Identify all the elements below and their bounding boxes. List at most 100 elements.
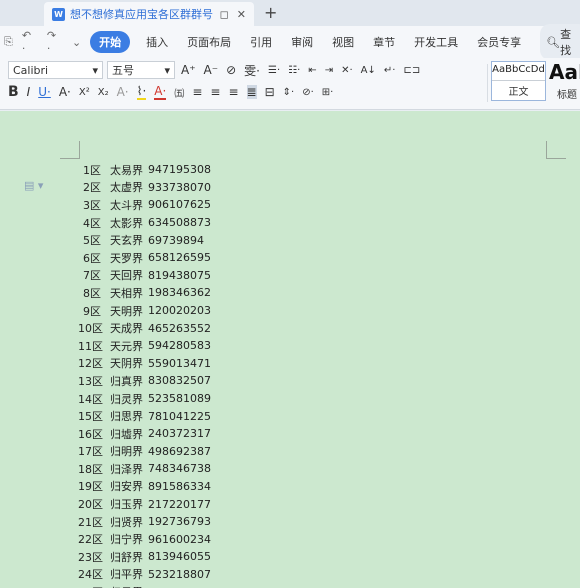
- sort-button[interactable]: A↓: [361, 65, 376, 76]
- italic-button[interactable]: I: [27, 85, 31, 99]
- bold-button[interactable]: B: [8, 84, 19, 100]
- undo-icon[interactable]: ↶ ·: [22, 29, 38, 55]
- highlight-button[interactable]: ⌇·: [136, 84, 147, 100]
- redo-icon[interactable]: ↷ ·: [47, 29, 63, 55]
- document-line[interactable]: 7区 天回界 819438075: [78, 267, 211, 285]
- numbering-button[interactable]: ☷·: [288, 65, 300, 76]
- menu-developer[interactable]: 开发工具: [414, 34, 458, 50]
- document-line[interactable]: 24区 归平界 523218807: [78, 566, 211, 584]
- font-color-button[interactable]: A·: [154, 84, 167, 100]
- world-name: 天元界: [110, 339, 143, 353]
- decrease-indent-button[interactable]: ⇤: [308, 65, 316, 76]
- search-button[interactable]: 🔍︎ 查找: [540, 24, 580, 60]
- subscript-button[interactable]: X₂: [98, 87, 109, 98]
- world-name: 归墟界: [110, 427, 143, 441]
- group-number: 933738070: [148, 180, 211, 194]
- group-number: 819438075: [148, 268, 211, 282]
- increase-indent-button[interactable]: ⇥: [325, 65, 333, 76]
- menu-chapter[interactable]: 章节: [373, 34, 395, 50]
- customize-icon[interactable]: ⌄: [72, 36, 81, 49]
- zone-number: 25区: [78, 584, 103, 588]
- document-line[interactable]: 5区 天玄界 69739894: [78, 231, 211, 249]
- align-center-button[interactable]: ≡: [210, 85, 220, 99]
- line-spacing-button[interactable]: ⇕·: [283, 87, 295, 98]
- menu-page-layout[interactable]: 页面布局: [187, 34, 231, 50]
- menu-review[interactable]: 审阅: [291, 34, 313, 50]
- document-canvas[interactable]: ▤ ▾ 1区 太易界 947195308 2区 太虚界 933738070 3区 太斗界 906…: [0, 111, 580, 588]
- zone-number: 22区: [78, 533, 103, 547]
- text-outline-button[interactable]: A·: [117, 85, 129, 99]
- document-line[interactable]: 11区 天元界 594280583: [78, 337, 211, 355]
- document-line[interactable]: 2区 太虚界 933738070: [78, 179, 211, 197]
- style-heading[interactable]: AaB 标题: [549, 61, 580, 101]
- menu-references[interactable]: 引用: [250, 34, 272, 50]
- document-line[interactable]: 12区 天阴界 559013471: [78, 355, 211, 373]
- char-border-button[interactable]: ㈤: [174, 85, 184, 100]
- distribute-button[interactable]: ⊟: [265, 85, 275, 99]
- shrink-font-button[interactable]: A⁻: [204, 63, 219, 77]
- document-tab[interactable]: W 想不想修真应用宝各区群群号 ◻ ✕: [44, 2, 254, 26]
- document-line[interactable]: 16区 归墟界 240372317: [78, 425, 211, 443]
- document-line[interactable]: 4区 太影界 634508873: [78, 214, 211, 232]
- justify-button[interactable]: ≣: [246, 85, 257, 99]
- document-line[interactable]: 8区 天相界 198346362: [78, 284, 211, 302]
- restore-icon[interactable]: ◻: [220, 8, 229, 21]
- document-line[interactable]: 3区 太斗界 906107625: [78, 196, 211, 214]
- paragraph-mark-button[interactable]: ↵·: [384, 65, 396, 76]
- save-icon[interactable]: ⎘: [4, 35, 13, 49]
- document-line[interactable]: 20区 归玉界 217220177: [78, 495, 211, 513]
- text-effect-button[interactable]: A·: [59, 85, 71, 99]
- group-number: 594280583: [148, 339, 211, 353]
- bullets-button[interactable]: ☰·: [268, 65, 280, 76]
- phonetic-button[interactable]: 雯·: [244, 62, 260, 79]
- group-number: 748346738: [148, 462, 211, 476]
- underline-button[interactable]: U·: [38, 85, 51, 99]
- document-line[interactable]: 19区 归安界 891586334: [78, 478, 211, 496]
- tab-title: 想不想修真应用宝各区群群号: [70, 8, 213, 21]
- menu-insert[interactable]: 插入: [146, 34, 168, 50]
- zone-number: 5区: [83, 234, 101, 248]
- close-icon[interactable]: ✕: [237, 8, 246, 21]
- document-line[interactable]: 17区 归明界 498692387: [78, 443, 211, 461]
- document-line[interactable]: 18区 归泽界 748346738: [78, 460, 211, 478]
- doc-icon: W: [52, 7, 65, 21]
- menu-view[interactable]: 视图: [332, 34, 354, 50]
- grow-font-button[interactable]: A⁺: [181, 63, 196, 77]
- chinese-layout-button[interactable]: ✕·: [341, 65, 353, 76]
- zone-number: 23区: [78, 550, 103, 564]
- zone-number: 24区: [78, 568, 103, 582]
- group-number: 523581089: [148, 392, 211, 406]
- document-line[interactable]: 10区 天成界 465263552: [78, 319, 211, 337]
- shading-button[interactable]: ⊘·: [302, 87, 314, 98]
- chevron-down-icon: ▾: [164, 63, 170, 77]
- align-left-button[interactable]: ≡: [192, 85, 202, 99]
- navigation-icon[interactable]: ▤ ▾: [24, 179, 43, 192]
- document-line[interactable]: 6区 天罗界 658126595: [78, 249, 211, 267]
- superscript-button[interactable]: X²: [79, 87, 90, 98]
- font-size-value: 五号: [112, 64, 134, 77]
- document-line[interactable]: 22区 归宁界 961600234: [78, 530, 211, 548]
- document-line[interactable]: 23区 归舒界 813946055: [78, 548, 211, 566]
- document-line[interactable]: 21区 归贤界 192736793: [78, 513, 211, 531]
- font-name-select[interactable]: Calibri ▾: [8, 61, 103, 79]
- ribbon-separator: [487, 64, 488, 102]
- style-normal[interactable]: AaBbCcDd 正文: [491, 61, 546, 101]
- document-line[interactable]: 13区 归真界 830832507: [78, 372, 211, 390]
- font-size-select[interactable]: 五号 ▾: [107, 61, 175, 79]
- world-name: 太斗界: [110, 198, 143, 212]
- document-line[interactable]: 25区归易界789932503: [78, 583, 211, 588]
- menu-home[interactable]: 开始: [90, 31, 131, 53]
- document-body[interactable]: 1区 太易界 947195308 2区 太虚界 933738070 3区 太斗界 9061076…: [78, 161, 211, 588]
- group-number: 891586334: [148, 479, 211, 493]
- document-line[interactable]: 15区 归思界 781041225: [78, 407, 211, 425]
- document-line[interactable]: 14区 归灵界 523581089: [78, 390, 211, 408]
- world-name: 归易界: [110, 584, 143, 588]
- align-right-button[interactable]: ≡: [228, 85, 238, 99]
- table-border-button[interactable]: ⊏⊐: [403, 65, 420, 76]
- clear-format-button[interactable]: ⊘: [226, 63, 236, 77]
- menu-member[interactable]: 会员专享: [477, 34, 521, 50]
- borders-button[interactable]: ⊞·: [322, 87, 334, 98]
- document-line[interactable]: 9区 天明界 120020203: [78, 302, 211, 320]
- plus-icon[interactable]: +: [264, 3, 277, 22]
- document-line[interactable]: 1区 太易界 947195308: [78, 161, 211, 179]
